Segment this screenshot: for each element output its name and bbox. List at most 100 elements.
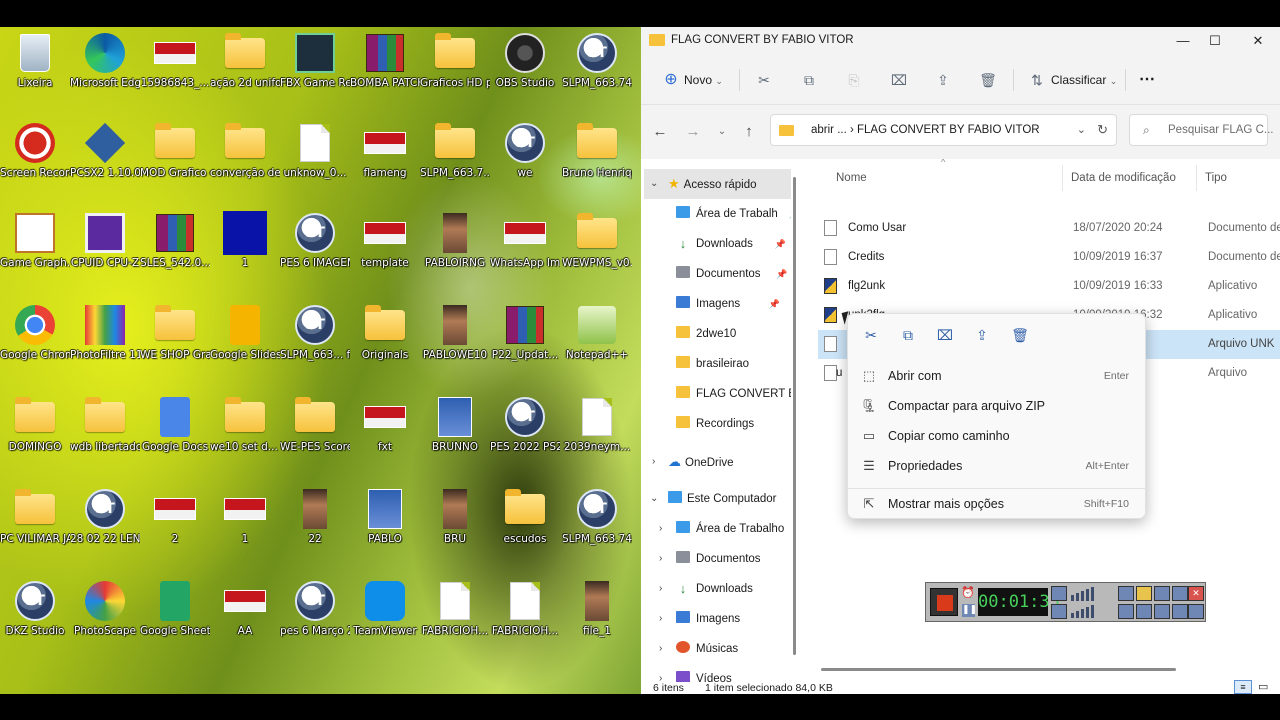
nav-item-folder[interactable]: brasileirao <box>676 349 749 379</box>
desktop-shortcut[interactable]: ST PES 2022 PS2 BY VILIMA... <box>490 395 560 454</box>
nav-item-pictures[interactable]: Imagens <box>676 604 740 634</box>
copy-icon[interactable]: ⧉ <box>897 324 919 346</box>
desktop-shortcut[interactable]: fxt <box>350 395 420 454</box>
desktop-shortcut[interactable]: CPUID CPU-Z <box>70 211 140 270</box>
copy-as-path-menu-item[interactable]: ▭ Copiar como caminho <box>852 421 1141 451</box>
capture-region-icon[interactable] <box>1136 604 1152 619</box>
nav-item-folder[interactable]: FLAG CONVERT BY <box>676 379 791 409</box>
desktop-shortcut[interactable]: PCSX2 1.10.0 <box>70 121 140 180</box>
nav-item-downloads[interactable]: ↓ Downloads 📌 <box>676 229 786 259</box>
monitor-icon[interactable] <box>1154 604 1170 619</box>
close-button[interactable]: ✕ <box>1245 31 1271 51</box>
desktop-shortcut[interactable]: Google Sheets <box>140 579 210 638</box>
nav-item-videos[interactable]: Vídeos <box>676 664 732 682</box>
file-row[interactable]: flg2unk 10/09/2019 16:33 Aplicativo <box>818 272 1280 301</box>
copy-icon[interactable]: ⧉ <box>799 71 819 89</box>
desktop-shortcut[interactable]: SLPM_663.7... <box>420 121 490 180</box>
expand-chevron-icon[interactable]: › <box>659 574 662 604</box>
nav-item-desktop[interactable]: Área de Trabalh📌 <box>676 199 791 229</box>
folder-icon[interactable] <box>1136 586 1152 601</box>
desktop-shortcut[interactable]: Screen Recorder <box>0 121 70 180</box>
desktop-shortcut[interactable]: Google Docs <box>140 395 210 454</box>
desktop-shortcut[interactable]: Notepad++ <box>562 303 632 362</box>
nav-item-onedrive[interactable]: ☁ OneDrive <box>668 447 734 477</box>
paste-icon[interactable]: ⎘ <box>844 71 864 89</box>
tiles-view-icon[interactable]: ▭ <box>1258 680 1268 693</box>
desktop-shortcut[interactable]: Google Slides <box>210 303 280 362</box>
desktop-shortcut[interactable]: SLES_542.0... andre hen... <box>140 211 210 270</box>
desktop-shortcut[interactable]: FABRICIOH... <box>490 579 560 638</box>
expand-chevron-icon[interactable]: › <box>659 604 662 634</box>
properties-menu-item[interactable]: ☰ Propriedades Alt+Enter <box>852 451 1141 481</box>
search-input[interactable]: ⌕ Pesquisar FLAG C... <box>1129 114 1273 146</box>
nav-item-pictures[interactable]: Imagens 📌 <box>676 289 780 319</box>
desktop-shortcut[interactable]: DOMINGO <box>0 395 70 454</box>
desktop-shortcut[interactable]: escudos <box>490 487 560 546</box>
desktop-shortcut[interactable]: converção de faces codicos <box>210 121 280 180</box>
desktop-shortcut[interactable]: WEWPMS_v0.2 <box>562 211 632 270</box>
desktop-shortcut[interactable]: TeamViewer <box>350 579 420 638</box>
desktop-shortcut[interactable]: unknow_0... <box>280 121 350 180</box>
settings-icon[interactable] <box>1154 586 1170 601</box>
desktop-shortcut[interactable]: ST DKZ Studio <box>0 579 70 638</box>
minimize-button[interactable]: — <box>1170 31 1196 51</box>
stop-record-button[interactable] <box>930 588 958 616</box>
desktop-shortcut[interactable]: WE-PES Scoreboa... <box>280 395 350 454</box>
expand-chevron-icon[interactable]: › <box>659 544 662 574</box>
desktop-shortcut[interactable]: MOD Grafico eFootball P... <box>140 121 210 180</box>
open-with-menu-item[interactable]: ⬚ Abrir com Enter <box>852 361 1141 391</box>
nav-item-music[interactable]: Músicas <box>676 634 738 664</box>
column-header-date[interactable]: Data de modificação <box>1063 165 1197 191</box>
monitor-icon[interactable] <box>1172 604 1188 619</box>
file-row[interactable]: Credits 10/09/2019 16:37 Documento de <box>818 243 1280 272</box>
desktop-shortcut[interactable]: BOMBA PATCH BE... <box>350 31 420 90</box>
desktop-shortcut[interactable]: 15986843_... <box>140 31 210 90</box>
monitor-icon[interactable] <box>1188 604 1204 619</box>
desktop-shortcut[interactable]: Originals <box>350 303 420 362</box>
alarm-clock-icon[interactable]: ⏰ <box>961 586 975 599</box>
desktop-shortcut[interactable]: 2039neym... <box>562 395 632 454</box>
show-more-options-menu-item[interactable]: ⇱ Mostrar mais opções Shift+F10 <box>852 489 1141 519</box>
desktop-shortcut[interactable]: PABLOWE10 <box>420 303 490 362</box>
nav-item-documents[interactable]: Documentos <box>676 544 761 574</box>
microphone-icon[interactable] <box>1051 604 1067 619</box>
delete-icon[interactable]: 🗑 <box>978 71 998 89</box>
desktop-shortcut[interactable]: PC VILIMAR JANEIRO <box>0 487 70 546</box>
desktop-shortcut[interactable]: ST SLPM_663.74 MUSICASSS <box>562 487 632 546</box>
desktop-shortcut[interactable]: ST pes 6 Março 2022 ps2 <box>280 579 350 638</box>
close-icon[interactable]: ✕ <box>1188 586 1204 601</box>
refresh-icon[interactable]: ↻ <box>1097 122 1108 138</box>
desktop-shortcut[interactable]: Bruno Henrique <box>562 121 632 180</box>
nav-item-folder[interactable]: Recordings <box>676 409 754 439</box>
desktop-shortcut[interactable]: Google Chrome <box>0 303 70 362</box>
desktop-shortcut[interactable]: BRU <box>420 487 490 546</box>
expand-chevron-icon[interactable]: ⌄ <box>650 169 658 199</box>
column-header-name[interactable]: Nome <box>828 165 1063 191</box>
nav-item-downloads[interactable]: ↓ Downloads <box>676 574 753 604</box>
address-dropdown-icon[interactable]: ⌄ <box>1077 123 1086 136</box>
maximize-button[interactable]: ☐ <box>1202 31 1228 51</box>
desktop-shortcut[interactable]: Graficos HD para tu PES... <box>420 31 490 90</box>
recent-chevron-icon[interactable]: ⌄ <box>711 121 733 143</box>
desktop-shortcut[interactable]: PhotoScape <box>70 579 140 638</box>
desktop-shortcut[interactable]: ST 28 02 22 LENDAS D... <box>70 487 140 546</box>
desktop-shortcut[interactable]: ação 2d uniforme <box>210 31 280 90</box>
desktop-shortcut[interactable]: PhotoFiltre 11 <box>70 303 140 362</box>
minimize-widget-icon[interactable] <box>1172 586 1188 601</box>
file-row[interactable]: Como Usar 18/07/2020 20:24 Documento de <box>818 214 1280 243</box>
horizontal-scrollbar[interactable] <box>821 668 1176 671</box>
expand-chevron-icon[interactable]: › <box>659 634 662 664</box>
address-field[interactable]: abrir ... › FLAG CONVERT BY FABIO VITOR … <box>770 114 1117 146</box>
desktop-shortcut[interactable]: BRUNNO <box>420 395 490 454</box>
desktop-shortcut[interactable]: WE SHOP Gratis - lin... <box>140 303 210 362</box>
nav-item-desktop[interactable]: Área de Trabalho <box>676 514 784 544</box>
desktop-shortcut[interactable]: ST PES 6 IMAGEM <box>280 211 350 270</box>
desktop-shortcut[interactable]: WhatsApp Image 2022... <box>490 211 560 270</box>
quick-access-item[interactable]: ★ Acesso rápido <box>668 169 757 199</box>
new-button[interactable]: Novo ⌄ <box>684 71 723 90</box>
share-icon[interactable]: ⇪ <box>971 324 993 346</box>
sort-button[interactable]: Classificar ⌄ <box>1051 71 1117 90</box>
up-arrow-icon[interactable]: ↑ <box>738 121 760 143</box>
share-icon[interactable]: ⇪ <box>933 71 953 89</box>
desktop-shortcut[interactable]: Microsoft Edge <box>70 31 140 90</box>
